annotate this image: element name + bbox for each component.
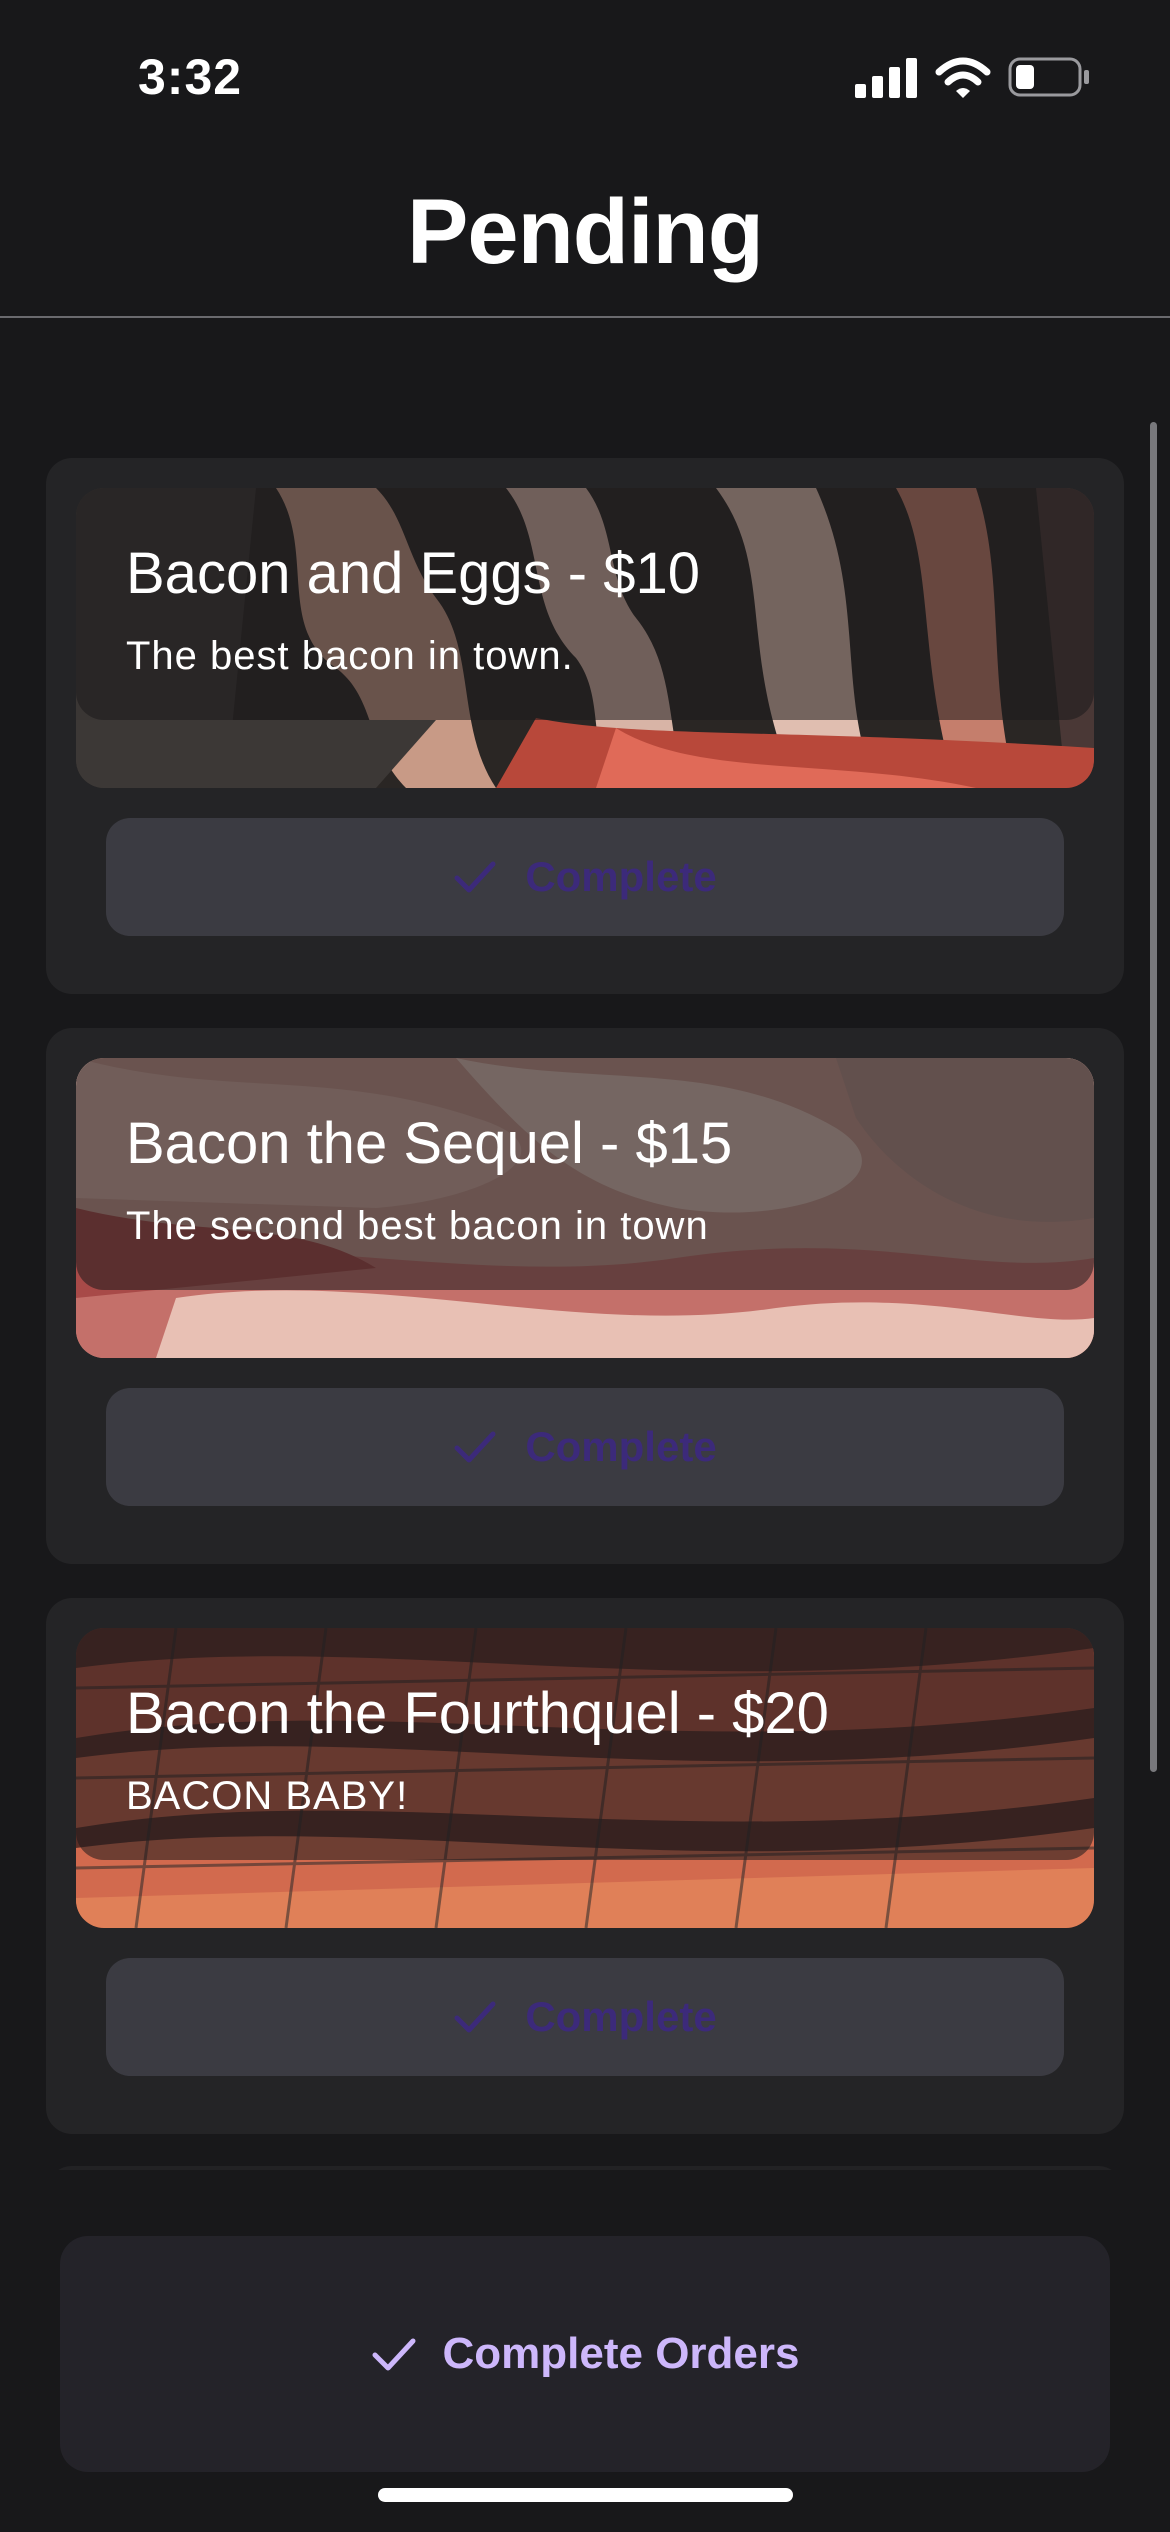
complete-orders-button[interactable]: Complete Orders xyxy=(60,2236,1110,2472)
order-card: Bacon the Fourthquel - $20 BACON BABY! C… xyxy=(46,1598,1124,2134)
order-image-raw-bacon: Bacon the Sequel - $15 The second best b… xyxy=(76,1058,1094,1358)
page-title: Pending xyxy=(407,181,764,283)
order-title: Bacon and Eggs - $10 xyxy=(126,541,700,606)
order-description: The best bacon in town. xyxy=(126,634,574,678)
home-indicator[interactable] xyxy=(378,2488,793,2502)
scrollbar[interactable] xyxy=(1150,422,1157,1772)
status-bar: 3:32 xyxy=(0,0,1170,150)
checkmark-icon xyxy=(372,2338,415,2371)
navigation-header: Pending xyxy=(0,150,1170,318)
order-description: BACON BABY! xyxy=(126,1774,409,1818)
order-overlay: Bacon the Sequel - $15 The second best b… xyxy=(76,1058,1094,1290)
complete-button[interactable]: Complete xyxy=(106,1388,1064,1506)
signal-icon xyxy=(855,58,917,98)
checkmark-icon xyxy=(454,1431,496,1463)
battery-icon xyxy=(1008,57,1089,97)
order-description: The second best bacon in town xyxy=(126,1204,709,1248)
complete-orders-label: Complete Orders xyxy=(442,2329,800,2378)
complete-button-label: Complete xyxy=(525,1993,717,2040)
order-title: Bacon the Sequel - $15 xyxy=(126,1111,733,1176)
checkmark-icon xyxy=(454,2001,496,2033)
order-card: Bacon the Sequel - $15 The second best b… xyxy=(46,1028,1124,1564)
complete-button-label: Complete xyxy=(525,1423,717,1470)
order-image-bacon-on-rack: Bacon the Fourthquel - $20 BACON BABY! xyxy=(76,1628,1094,1928)
complete-button[interactable]: Complete xyxy=(106,1958,1064,2076)
pending-orders-list[interactable]: Bacon and Eggs - $10 The best bacon in t… xyxy=(0,318,1170,2178)
order-overlay: Bacon the Fourthquel - $20 BACON BABY! xyxy=(76,1628,1094,1860)
wifi-icon xyxy=(935,57,991,98)
complete-button-label: Complete xyxy=(525,853,717,900)
order-title: Bacon the Fourthquel - $20 xyxy=(126,1681,829,1746)
order-overlay: Bacon and Eggs - $10 The best bacon in t… xyxy=(76,488,1094,720)
order-image-bacon-in-pan: Bacon and Eggs - $10 The best bacon in t… xyxy=(76,488,1094,788)
checkmark-icon xyxy=(454,861,496,893)
order-card: Bacon and Eggs - $10 The best bacon in t… xyxy=(46,458,1124,994)
status-time: 3:32 xyxy=(138,49,243,105)
complete-button[interactable]: Complete xyxy=(106,818,1064,936)
